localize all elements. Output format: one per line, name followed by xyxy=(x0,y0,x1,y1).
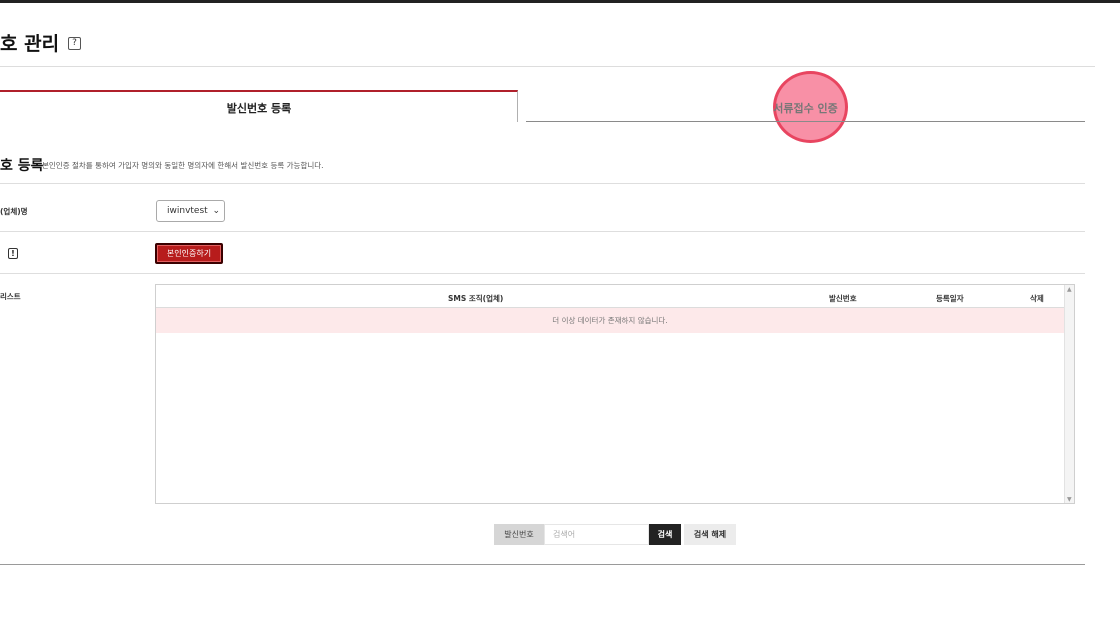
table-scrollbar[interactable]: ▲ ▼ xyxy=(1064,285,1074,503)
column-header-org: SMS 조직(업체) xyxy=(448,294,504,303)
section-description: 본인인증 절차를 통하여 가입자 명의와 동일한 명의자에 한해서 발신번호 등… xyxy=(42,161,324,170)
scroll-down-icon[interactable]: ▼ xyxy=(1067,496,1072,503)
sender-number-table: SMS 조직(업체) 발신번호 등록일자 삭제 더 이상 데이터가 존재하지 않… xyxy=(155,284,1075,504)
section-title: 호 등록 xyxy=(0,158,44,174)
tab-document-verification[interactable] xyxy=(526,121,1085,122)
bottom-divider xyxy=(0,564,1085,565)
help-icon[interactable]: ? xyxy=(68,37,81,50)
search-button[interactable]: 검색 xyxy=(649,524,681,545)
page-title: 호 관리 xyxy=(0,33,60,55)
scroll-up-icon[interactable]: ▲ xyxy=(1067,286,1072,293)
chevron-down-icon: ⌄ xyxy=(212,206,220,216)
column-header-registration-date: 등록일자 xyxy=(936,294,964,303)
tab-document-verification-label[interactable]: 서류접수 인증 xyxy=(526,100,1085,116)
reset-search-button[interactable]: 검색 해제 xyxy=(684,524,736,545)
row-divider xyxy=(0,231,1085,232)
section-divider xyxy=(0,183,1085,184)
org-select-value: iwinvtest xyxy=(167,206,208,216)
search-field-label: 발신번호 xyxy=(494,524,544,545)
warning-icon[interactable]: ! xyxy=(8,248,18,259)
search-input[interactable]: 검색어 xyxy=(544,524,649,545)
row-divider xyxy=(0,273,1085,274)
title-divider xyxy=(0,66,1095,67)
table-empty-row: 더 이상 데이터가 존재하지 않습니다. xyxy=(156,308,1064,333)
top-bar xyxy=(0,0,1120,3)
column-header-delete: 삭제 xyxy=(1030,294,1044,303)
list-label: 리스트 xyxy=(0,292,21,301)
identity-verification-button[interactable]: 본인인증하기 xyxy=(155,243,223,264)
column-header-sender-number: 발신번호 xyxy=(829,294,857,303)
tab-sender-number-registration-label[interactable]: 발신번호 등록 xyxy=(0,100,518,116)
org-name-label: (업체)명 xyxy=(0,207,28,216)
org-select[interactable]: iwinvtest ⌄ xyxy=(156,200,225,222)
